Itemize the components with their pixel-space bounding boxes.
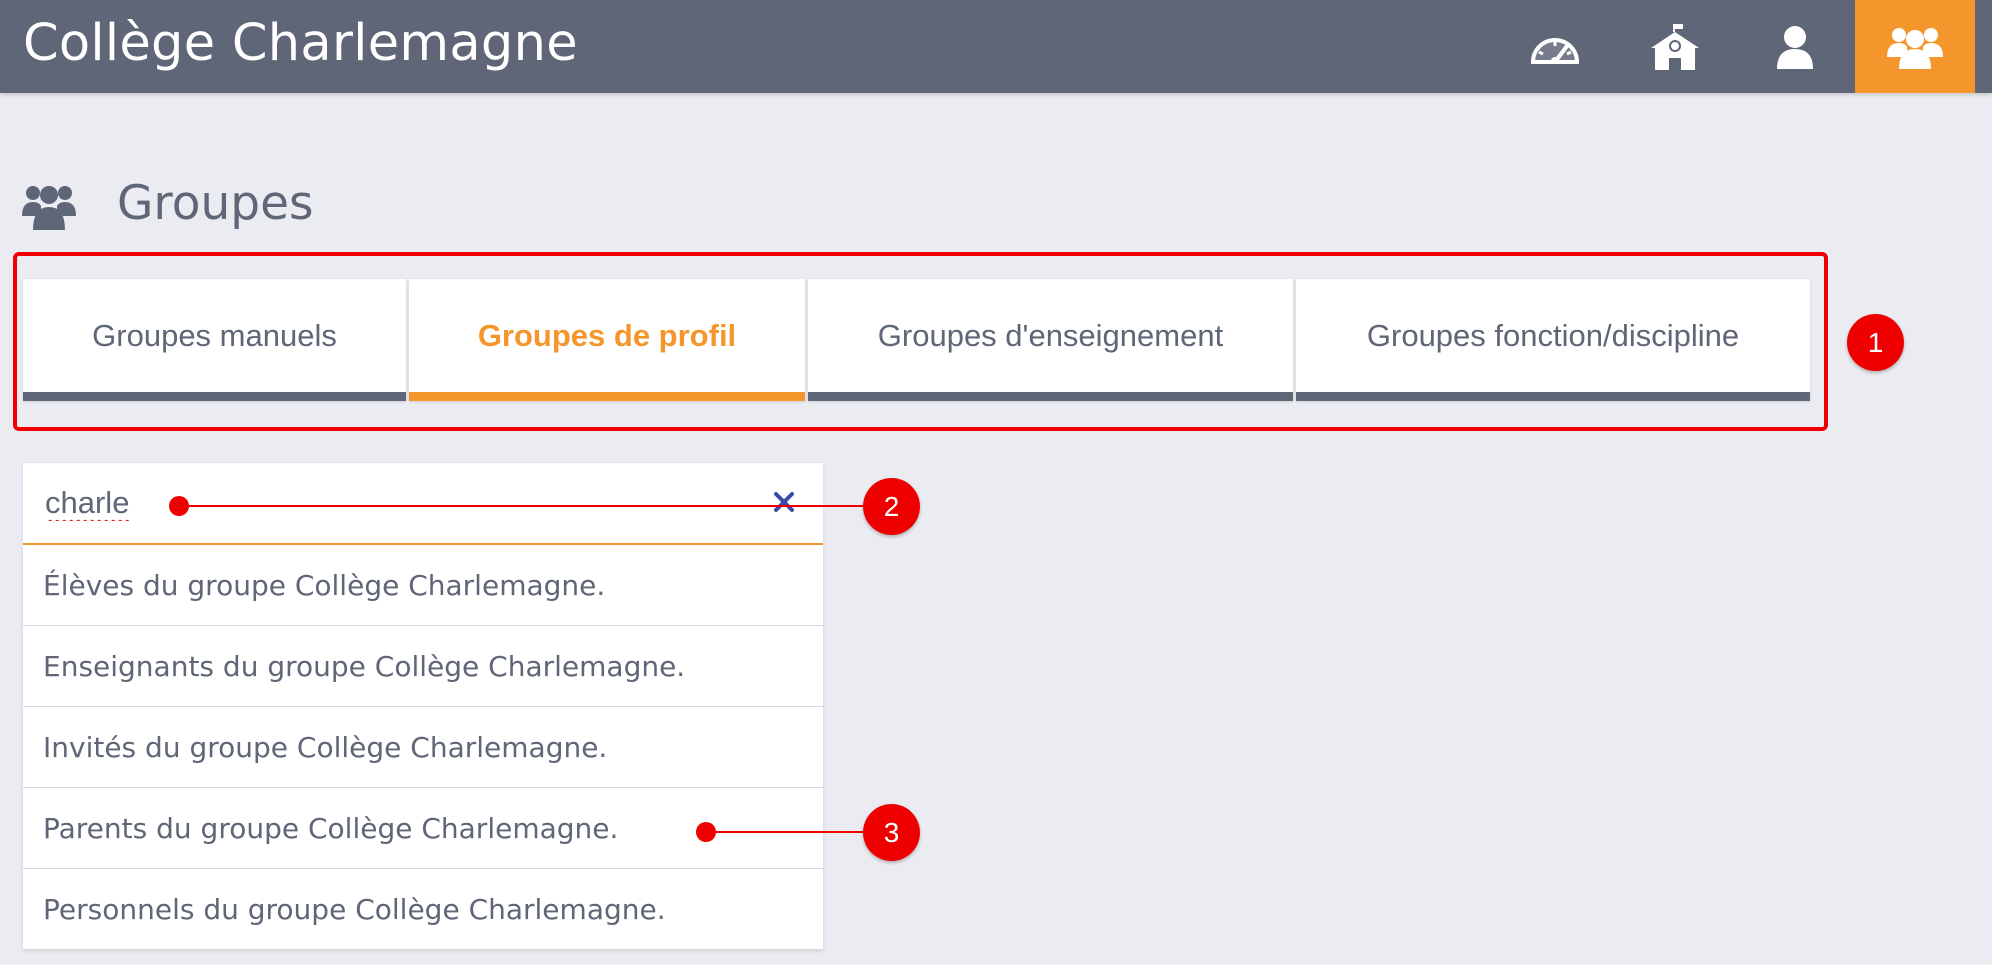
nav-groups-button[interactable] — [1855, 0, 1975, 93]
annotation-badge-2: 2 — [863, 478, 920, 535]
annotation-line-2 — [179, 505, 869, 507]
app-title: Collège Charlemagne — [23, 14, 578, 73]
annotation-badge-1: 1 — [1847, 314, 1904, 371]
nav-dashboard-button[interactable] — [1495, 0, 1615, 93]
group-search-combobox — [23, 463, 823, 545]
nav-profile-button[interactable] — [1735, 0, 1855, 93]
top-bar: Collège Charlemagne — [0, 0, 1992, 93]
tab-label: Groupes de profil — [477, 317, 737, 353]
result-item-enseignants[interactable]: Enseignants du groupe Collège Charlemagn… — [23, 625, 823, 706]
school-building-icon — [1649, 22, 1701, 72]
nav-school-button[interactable] — [1615, 0, 1735, 93]
annotation-line-3 — [706, 831, 869, 833]
tab-label: Groupes d'enseignement — [877, 317, 1224, 353]
tab-label: Groupes fonction/discipline — [1366, 317, 1740, 353]
groups-icon — [1887, 25, 1943, 69]
result-item-eleves[interactable]: Élèves du groupe Collège Charlemagne. — [23, 545, 823, 625]
search-results-list: Élèves du groupe Collège Charlemagne. En… — [23, 545, 823, 949]
page-title: Groupes — [117, 176, 314, 231]
tab-label: Groupes manuels — [92, 317, 337, 353]
tab-groupes-manuels[interactable]: Groupes manuels — [23, 279, 406, 401]
tab-groupes-enseignement[interactable]: Groupes d'enseignement — [808, 279, 1293, 401]
dashboard-gauge-icon — [1529, 30, 1581, 64]
tab-groupes-de-profil[interactable]: Groupes de profil — [409, 279, 805, 401]
users-group-icon — [22, 180, 76, 234]
user-icon — [1775, 25, 1815, 69]
result-item-personnels[interactable]: Personnels du groupe Collège Charlemagne… — [23, 868, 823, 949]
annotation-badge-3: 3 — [863, 804, 920, 861]
tab-groupes-fonction-discipline[interactable]: Groupes fonction/discipline — [1296, 279, 1810, 401]
result-item-invites[interactable]: Invités du groupe Collège Charlemagne. — [23, 706, 823, 787]
close-icon[interactable] — [769, 487, 799, 517]
search-input[interactable] — [45, 481, 725, 525]
